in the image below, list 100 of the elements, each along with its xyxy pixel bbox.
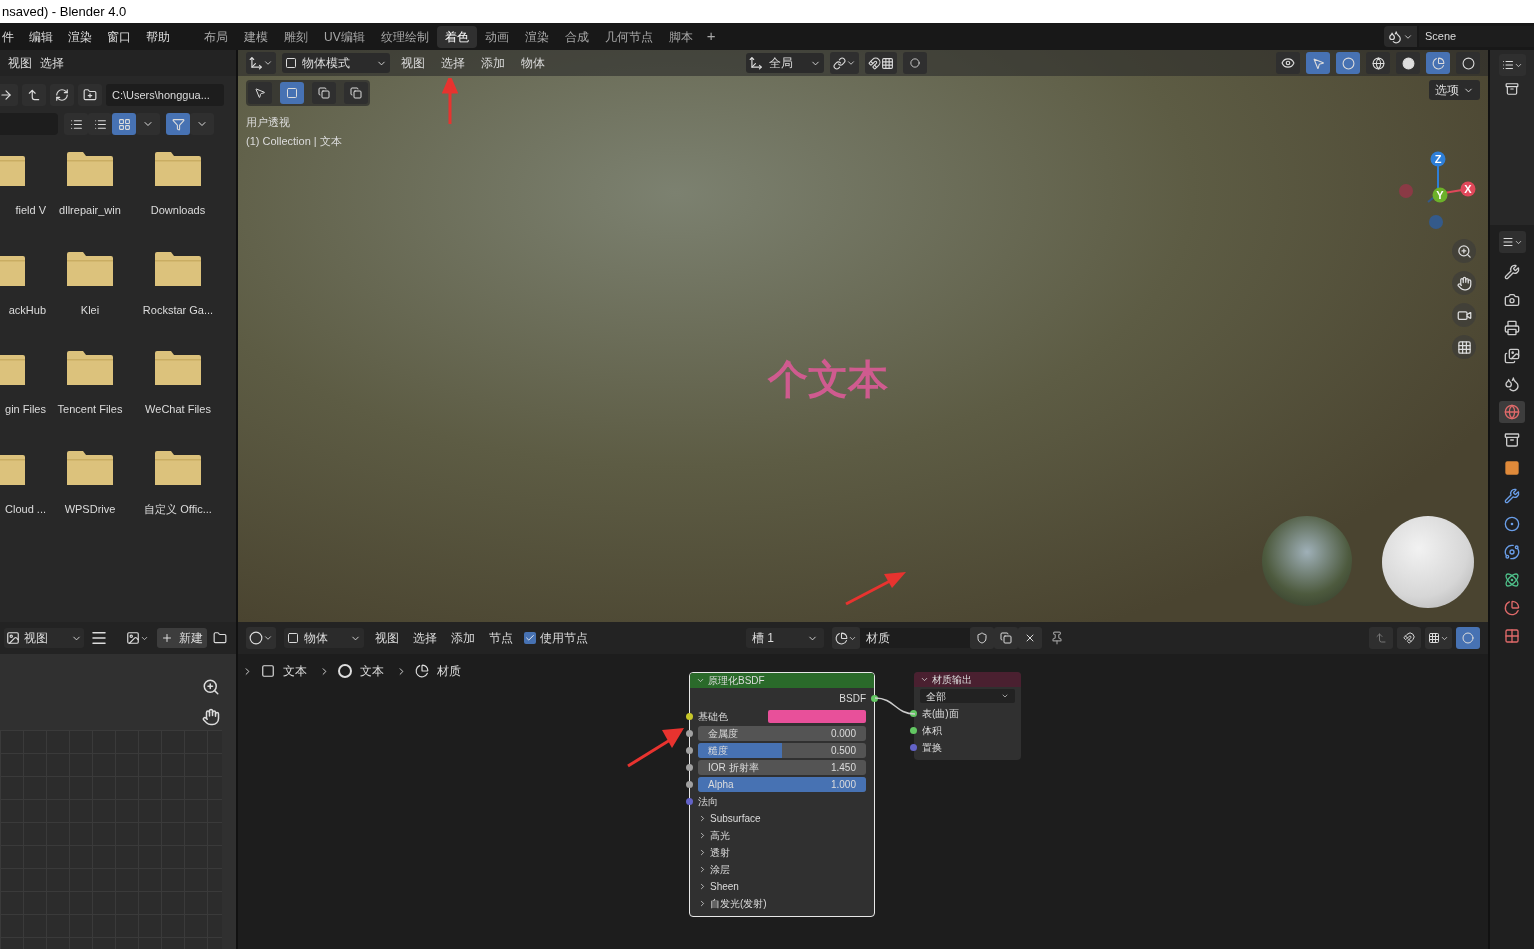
input-socket[interactable] (686, 781, 693, 788)
menu-item[interactable]: 节点 (486, 629, 516, 647)
hand-icon[interactable] (202, 708, 220, 726)
value-slider[interactable]: 金属度 0.000 (698, 726, 866, 741)
rendered-shading-button[interactable] (1456, 52, 1480, 74)
bsdf-node[interactable]: 原理化BSDF BSDF 基础色 金属度 0.000 糙度 0.500 IOR 折射率 1.450 Alpha 1.000 法向 Subsurface 高光 透射 涂层 Sheen 自发光(发射) (689, 672, 875, 917)
menu-item[interactable]: 选择 (40, 54, 64, 72)
parent-node-button[interactable] (1369, 627, 1393, 649)
solid-shading-button[interactable] (1396, 52, 1420, 74)
add-workspace-button[interactable]: + (700, 25, 722, 48)
grid-view-button[interactable] (112, 113, 136, 135)
transform-dropdown[interactable]: 全局 (746, 53, 824, 73)
new-image-button[interactable]: 新建 (157, 628, 207, 648)
workspace-tab[interactable]: 布局 (196, 25, 236, 48)
select-box-button[interactable] (280, 82, 304, 104)
select-subtract-button[interactable] (344, 82, 368, 104)
wireframe-shading-button[interactable] (1366, 52, 1390, 74)
path-field[interactable]: C:\Users\honggua... (106, 84, 224, 106)
menu-item[interactable]: 编辑 (23, 27, 59, 46)
menu-item[interactable]: 渲染 (62, 27, 98, 46)
slot-dropdown[interactable]: 槽 1 (746, 628, 824, 648)
output-socket[interactable] (871, 694, 878, 702)
scene-field[interactable]: Scene (1419, 26, 1534, 47)
folder-item[interactable]: dllrepair_win (46, 150, 134, 219)
input-socket[interactable] (686, 798, 693, 805)
scene-selector[interactable] (1384, 26, 1417, 47)
unlink-button[interactable] (1018, 627, 1042, 649)
value-slider[interactable]: 糙度 0.500 (698, 743, 866, 758)
menu-item[interactable]: 视图 (8, 54, 32, 72)
breadcrumb-item[interactable]: 文本 (360, 662, 384, 680)
menu-item[interactable]: 添加 (448, 629, 478, 647)
workspace-tab[interactable]: 几何节点 (596, 25, 661, 48)
menu-item[interactable]: 帮助 (140, 27, 176, 46)
panel-toggle[interactable]: Sheen (690, 879, 739, 894)
ortho-toggle-button[interactable] (1452, 335, 1476, 359)
workspace-tab[interactable]: 纹理绘制 (372, 25, 437, 48)
menu-icon[interactable] (90, 629, 108, 647)
properties-display-button[interactable] (1498, 231, 1526, 253)
value-slider[interactable]: Alpha 1.000 (698, 777, 866, 792)
menu-item[interactable]: 选择 (436, 54, 470, 72)
folder-item[interactable]: field V (0, 150, 46, 219)
editor-type-button[interactable] (246, 627, 276, 649)
input-socket[interactable] (686, 764, 693, 771)
panel-toggle[interactable]: 高光 (690, 828, 730, 843)
workspace-tab[interactable]: 渲染 (516, 25, 557, 48)
folder-item[interactable]: Rockstar Ga... (134, 249, 222, 318)
folder-item[interactable]: gin Files (0, 349, 46, 418)
detail-view-button[interactable] (88, 113, 112, 135)
select-extend-button[interactable] (312, 82, 336, 104)
folder-item[interactable]: WeChat Files (134, 349, 222, 418)
folder-item[interactable]: Klei (46, 249, 134, 318)
input-socket[interactable] (686, 747, 693, 754)
number-field[interactable]: IOR 折射率 1.450 (698, 760, 866, 775)
refresh-button[interactable] (50, 84, 74, 106)
input-socket[interactable] (910, 710, 917, 717)
pan-button[interactable] (1452, 271, 1476, 295)
menu-item[interactable]: 物体 (516, 54, 550, 72)
workspace-tab[interactable]: 着色 (436, 25, 477, 48)
menu-item[interactable]: 选择 (410, 629, 440, 647)
input-socket[interactable] (686, 713, 693, 720)
folder-item[interactable]: 自定义 Offic... (134, 448, 222, 517)
folder-item[interactable]: Cloud ... (0, 448, 46, 517)
menu-item[interactable]: 窗口 (101, 27, 137, 46)
snap-mode-button[interactable] (1425, 627, 1452, 649)
breadcrumb-item[interactable]: 文本 (283, 662, 307, 680)
input-socket[interactable] (686, 730, 693, 737)
editor-type-button[interactable] (246, 52, 276, 74)
workspace-tab[interactable]: 雕刻 (276, 25, 316, 48)
snap-button[interactable] (1397, 627, 1421, 649)
pivot-button[interactable] (830, 52, 859, 74)
input-socket[interactable] (910, 744, 917, 751)
outliner-display-button[interactable] (1498, 54, 1526, 76)
material-browse-button[interactable] (832, 627, 860, 649)
panel-toggle[interactable]: Subsurface (690, 811, 761, 826)
pin-icon[interactable] (1050, 631, 1064, 645)
breadcrumb-item[interactable]: 材质 (437, 662, 461, 680)
list-view-button[interactable] (64, 113, 88, 135)
panel-toggle[interactable]: 透射 (690, 845, 730, 860)
input-socket[interactable] (910, 727, 917, 734)
workspace-tab[interactable]: UV编辑 (316, 25, 373, 48)
fake-user-button[interactable] (970, 627, 994, 649)
snap-button[interactable] (865, 52, 897, 74)
use-nodes-checkbox[interactable]: 使用节点 (524, 629, 588, 647)
workspace-tab[interactable]: 合成 (556, 25, 597, 48)
forward-button[interactable] (0, 84, 18, 106)
zoom-icon[interactable] (202, 678, 220, 696)
target-dropdown[interactable]: 全部 (920, 689, 1015, 703)
workspace-tab[interactable]: 脚本 (660, 25, 701, 48)
camera-view-button[interactable] (1452, 303, 1476, 327)
folder-item[interactable]: WPSDrive (46, 448, 134, 517)
options-dropdown[interactable]: 选项 (1429, 80, 1480, 100)
folder-item[interactable]: ackHub (0, 249, 46, 318)
overlay-button[interactable] (1456, 627, 1480, 649)
material-name-field[interactable]: 材质 (860, 628, 970, 648)
folder-item[interactable]: Tencent Files (46, 349, 134, 418)
mode-dropdown[interactable]: 物体模式 (282, 53, 390, 73)
zoom-button[interactable] (1452, 239, 1476, 263)
filter-dropdown[interactable] (190, 113, 214, 135)
menu-item[interactable]: 视图 (372, 629, 402, 647)
workspace-tab[interactable]: 动画 (476, 25, 517, 48)
